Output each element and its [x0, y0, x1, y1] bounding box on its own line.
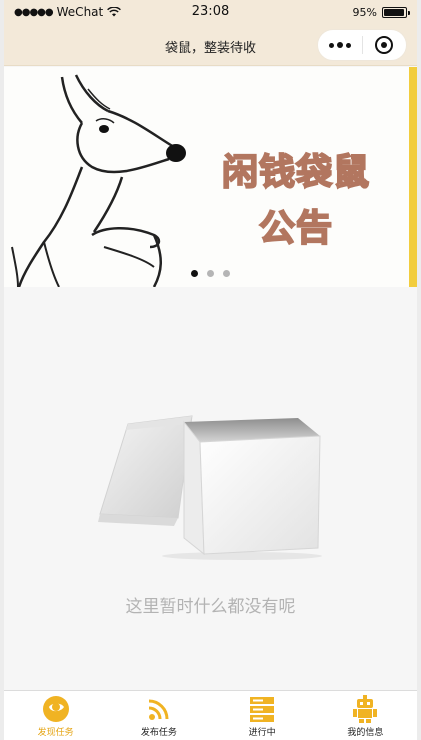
tab-label: 发布任务 — [140, 728, 177, 738]
tab-publish[interactable]: 发布任务 — [107, 691, 210, 740]
carousel-dot[interactable] — [191, 270, 198, 277]
mini-program-capsule — [317, 29, 407, 61]
tab-discover[interactable]: 发现任务 — [4, 691, 107, 740]
banner-subtitle: 公告 — [258, 207, 333, 250]
battery-percent: 95% — [352, 6, 377, 19]
tab-label: 我的信息 — [347, 728, 384, 738]
banner-edge-strip — [409, 67, 417, 287]
carousel-dot[interactable] — [223, 270, 230, 277]
carousel-indicators — [4, 270, 417, 277]
banner-title: 闲钱袋鼠 — [221, 151, 370, 194]
status-bar: ●●●●● WeChat 23:08 95% — [4, 0, 417, 26]
nav-bar: 袋鼠，整装待收 — [4, 26, 417, 66]
phone-screen: ●●●●● WeChat 23:08 95% 袋鼠，整装待收 闲钱袋鼠 公告 这… — [0, 0, 421, 740]
empty-state-message: 这里暂时什么都没有呢 — [125, 597, 296, 617]
battery-level — [384, 9, 404, 16]
rss-icon — [148, 699, 169, 720]
tab-label: 发现任务 — [37, 728, 74, 738]
eye-icon — [42, 696, 69, 722]
battery-icon — [382, 7, 410, 18]
battery-cap — [408, 11, 410, 15]
server-icon — [250, 697, 275, 722]
carousel-dot[interactable] — [207, 270, 214, 277]
tab-in-progress[interactable]: 进行中 — [211, 691, 314, 740]
robot-icon — [353, 695, 378, 723]
status-right: 95% — [352, 6, 410, 19]
tab-label: 进行中 — [248, 728, 276, 738]
empty-box-icon — [98, 415, 322, 560]
close-mini-program-icon[interactable] — [362, 36, 406, 54]
banner-carousel[interactable]: 闲钱袋鼠 公告 — [4, 67, 417, 287]
more-icon[interactable] — [318, 42, 362, 48]
tab-my-info[interactable]: 我的信息 — [314, 691, 417, 740]
bottom-tab-bar: 发现任务 发布任务 进行中 我的信息 — [4, 690, 417, 740]
